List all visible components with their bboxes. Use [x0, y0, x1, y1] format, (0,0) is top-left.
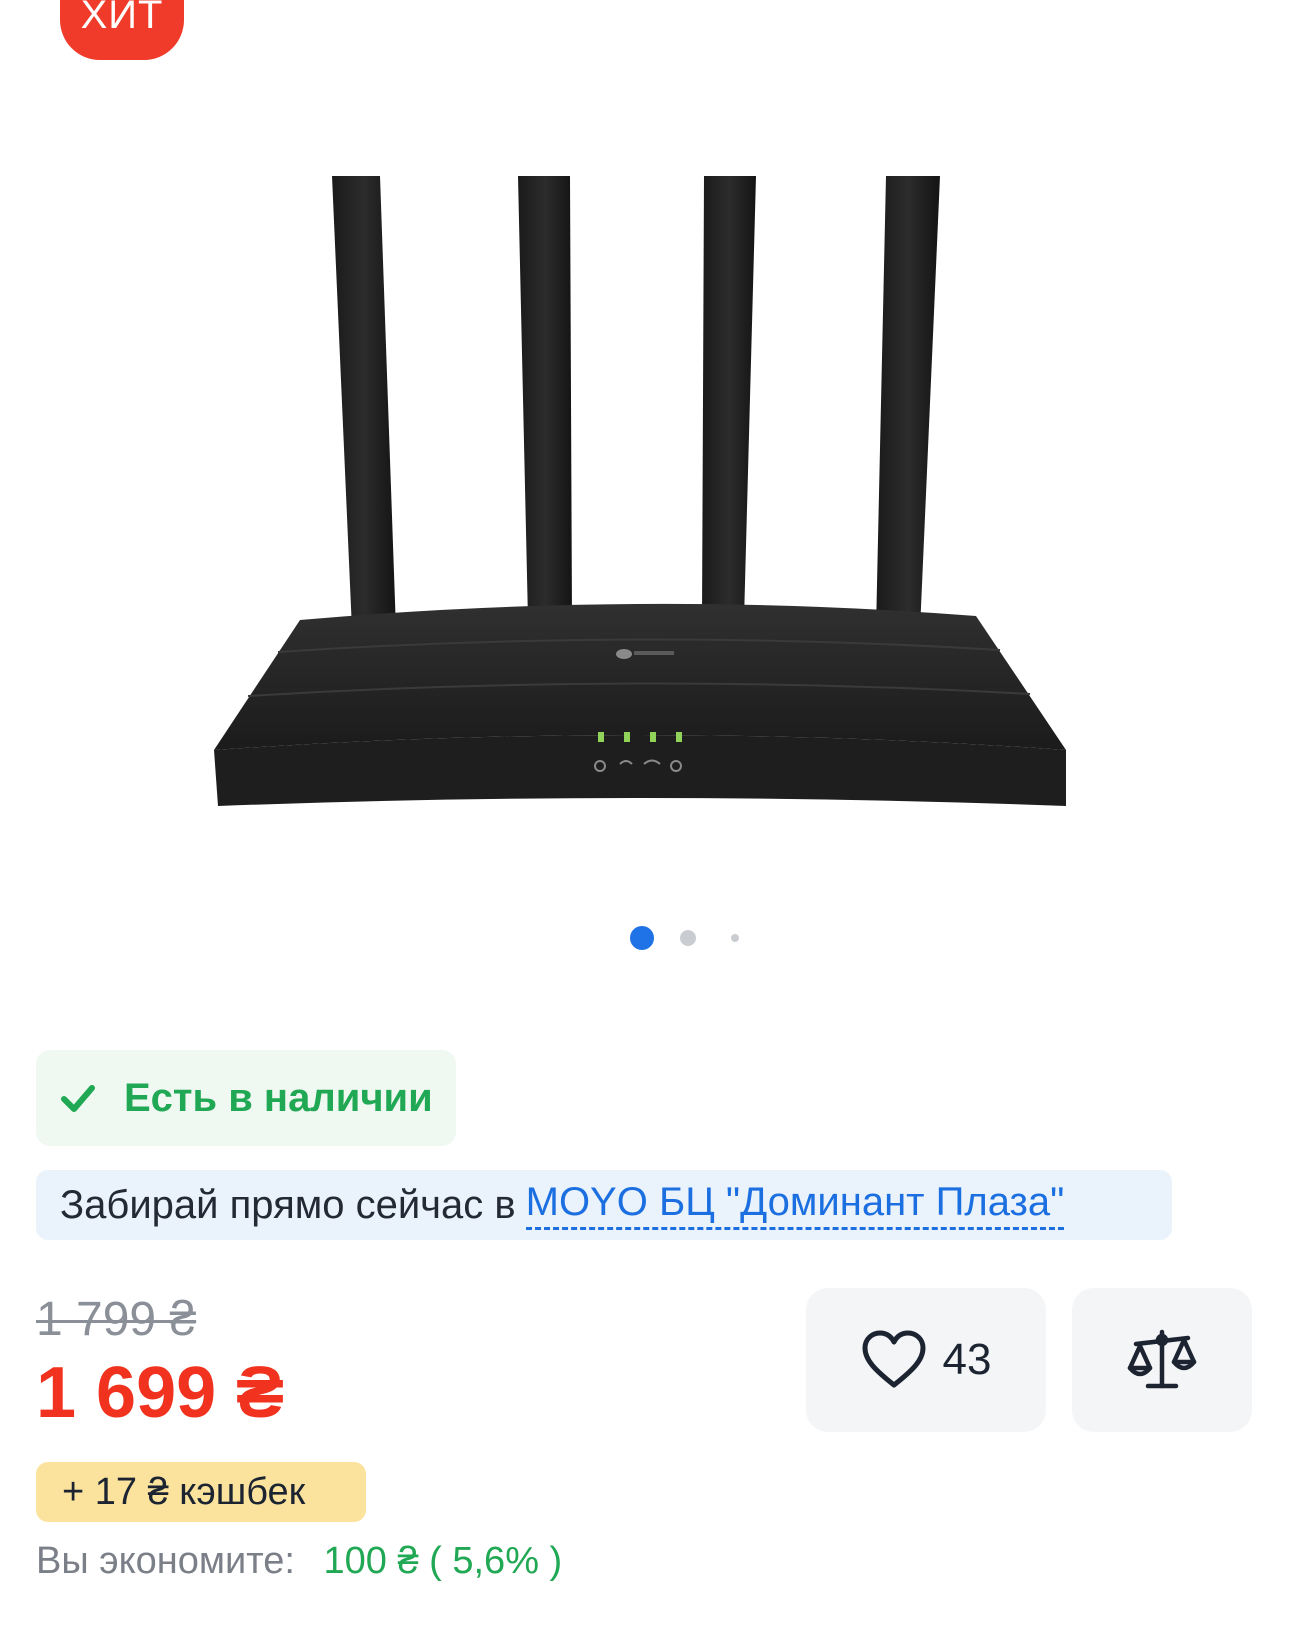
compare-button[interactable] [1072, 1288, 1252, 1432]
availability-badge: Есть в наличии [36, 1050, 456, 1146]
wishlist-count: 43 [942, 1335, 992, 1384]
hit-badge-label: ХИТ [80, 0, 164, 37]
product-gallery[interactable] [0, 150, 1290, 880]
hit-badge: ХИТ [60, 0, 184, 60]
pagination-dot-active[interactable] [630, 926, 654, 950]
pickup-banner: Забирай прямо сейчас в MOYO БЦ "Доминант… [36, 1170, 1172, 1240]
cashback-label: + 17 ₴ кэшбек [62, 1470, 306, 1513]
pickup-prefix: Забирай прямо сейчас в [60, 1182, 516, 1227]
checkmark-icon [61, 1085, 95, 1112]
gallery-pagination[interactable] [0, 926, 1290, 956]
current-price: 1 699 ₴ [36, 1353, 285, 1433]
heart-icon [862, 1330, 926, 1388]
wishlist-button[interactable]: 43 [806, 1288, 1046, 1432]
pickup-store-link[interactable]: MOYO БЦ "Доминант Плаза" [525, 1180, 1065, 1230]
saving-label: Вы экономите: [36, 1540, 295, 1582]
old-price: 1 799 ₴ [36, 1293, 197, 1346]
saving-info: Вы экономите: 100 ₴ ( 5,6% ) [36, 1540, 562, 1583]
cashback-badge: + 17 ₴ кэшбек [36, 1462, 366, 1522]
scales-icon [1127, 1329, 1197, 1389]
availability-label: Есть в наличии [124, 1075, 433, 1120]
pagination-dot[interactable] [731, 934, 739, 942]
pagination-dot[interactable] [680, 930, 696, 946]
saving-value: 100 ₴ ( 5,6% ) [323, 1540, 563, 1582]
product-image [214, 176, 1066, 806]
